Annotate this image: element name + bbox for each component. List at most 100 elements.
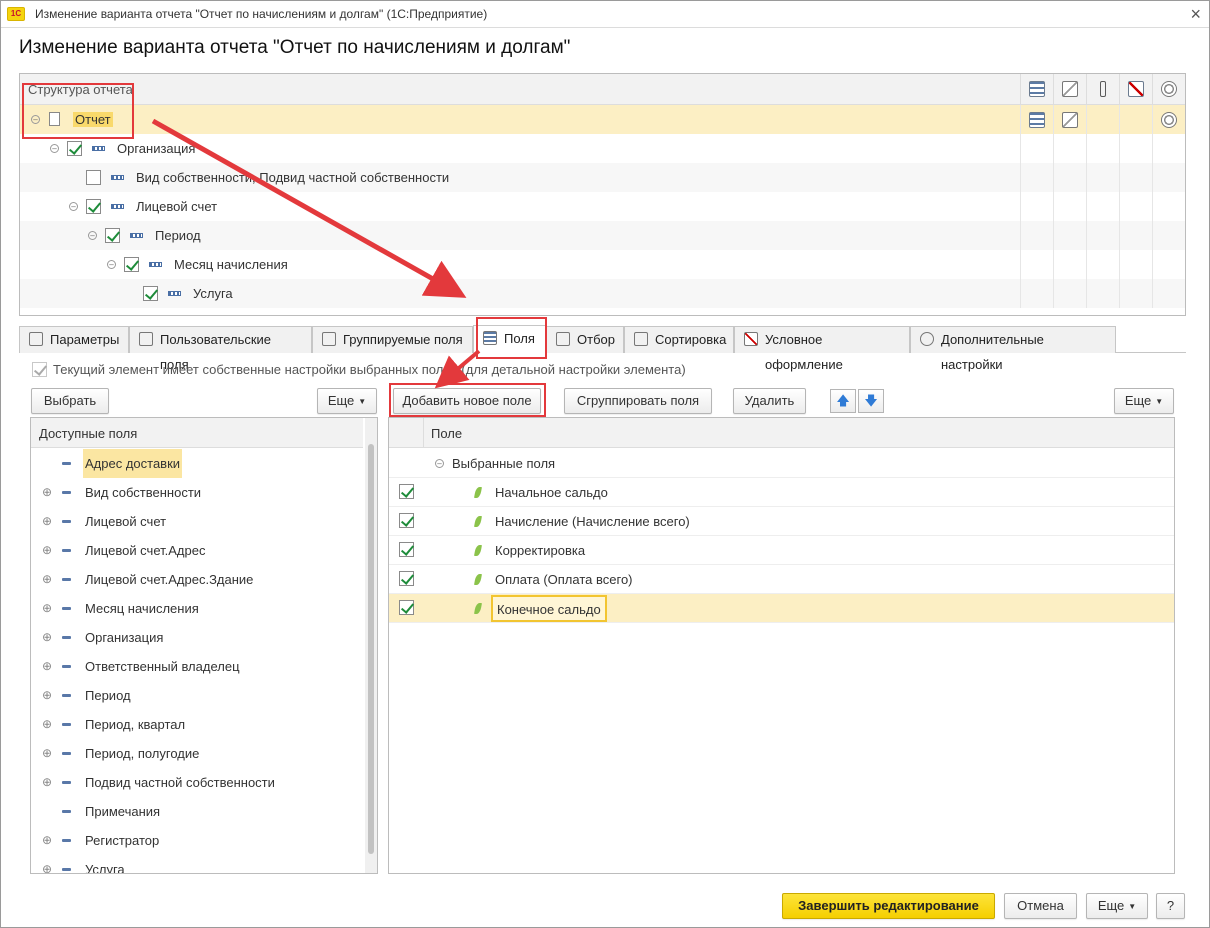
list-item[interactable]: ⊕ Вид собственности: [31, 478, 363, 507]
collapse-icon[interactable]: –: [69, 202, 78, 211]
expand-icon[interactable]: ⊕: [42, 631, 52, 643]
list-item[interactable]: ⊕ Период: [31, 681, 363, 710]
groups-icon[interactable]: [1029, 112, 1045, 128]
field-checkbox[interactable]: [399, 571, 414, 586]
expand-icon[interactable]: ⊕: [42, 863, 52, 873]
help-button[interactable]: ?: [1156, 893, 1185, 919]
col-groups[interactable]: [1020, 74, 1053, 104]
list-item[interactable]: Адрес доставки: [31, 449, 363, 478]
list-item[interactable]: ⊕ Лицевой счет.Адрес.Здание: [31, 565, 363, 594]
available-fields-list[interactable]: Доступные поля Адрес доставки ⊕ Вид собст…: [30, 417, 378, 874]
scroll-thumb[interactable]: [368, 444, 374, 854]
expand-icon[interactable]: ⊕: [42, 573, 52, 585]
structure-header: Структура отчета: [20, 74, 1185, 105]
close-icon[interactable]: ×: [1190, 4, 1201, 25]
highlight-report-node: [22, 83, 134, 139]
structure-row-checkbox[interactable]: [124, 257, 139, 272]
filter-icon[interactable]: [1062, 112, 1078, 128]
list-item[interactable]: ⊕ Подвид частной собственности: [31, 768, 363, 797]
col-settings[interactable]: [1152, 74, 1185, 104]
tab-sort[interactable]: Сортировка: [624, 326, 734, 353]
field-checkbox[interactable]: [399, 542, 414, 557]
tab-conditional-format[interactable]: Условное оформление: [734, 326, 910, 372]
expand-icon[interactable]: ⊕: [42, 515, 52, 527]
field-icon: [62, 636, 71, 639]
table-row[interactable]: Конечное сальдо: [389, 594, 1174, 623]
selected-fields-group[interactable]: – Выбранные поля: [389, 449, 1174, 478]
structure-row-checkbox[interactable]: [67, 141, 82, 156]
list-item[interactable]: ⊕ Лицевой счет: [31, 507, 363, 536]
structure-row-account[interactable]: – Лицевой счет: [20, 192, 1185, 221]
right-more-button[interactable]: Еще ▼: [1114, 388, 1174, 414]
structure-row-label: Услуга: [193, 286, 233, 301]
structure-row-period[interactable]: – Период: [20, 221, 1185, 250]
expand-icon[interactable]: ⊕: [42, 747, 52, 759]
col-conditional[interactable]: [1119, 74, 1152, 104]
group-fields-button[interactable]: Сгруппировать поля: [564, 388, 712, 414]
tab-additional-settings[interactable]: Дополнительные настройки: [910, 326, 1116, 372]
own-settings-checkbox[interactable]: [32, 362, 47, 377]
list-item[interactable]: ⊕ Месяц начисления: [31, 594, 363, 623]
expand-icon[interactable]: ⊕: [42, 486, 52, 498]
footer-more-button[interactable]: Еще ▼: [1086, 893, 1148, 919]
field-checkbox[interactable]: [399, 600, 414, 615]
table-row[interactable]: Корректировка: [389, 536, 1174, 565]
structure-row-checkbox[interactable]: [143, 286, 158, 301]
collapse-icon[interactable]: –: [50, 144, 59, 153]
structure-row-ownership[interactable]: Вид собственности, Подвид частной собств…: [20, 163, 1185, 192]
collapse-icon[interactable]: –: [88, 231, 97, 240]
tab-filter[interactable]: Отбор: [546, 326, 624, 353]
table-row[interactable]: Начальное сальдо: [389, 478, 1174, 507]
collapse-icon[interactable]: –: [107, 260, 116, 269]
finish-editing-button[interactable]: Завершить редактирование: [782, 893, 995, 919]
tab-grouped-fields[interactable]: Группируемые поля: [312, 326, 473, 353]
list-item[interactable]: ⊕ Регистратор: [31, 826, 363, 855]
col-filter[interactable]: [1053, 74, 1086, 104]
tab-parameters[interactable]: Параметры: [19, 326, 129, 353]
expand-icon[interactable]: ⊕: [42, 834, 52, 846]
expand-icon[interactable]: ⊕: [42, 776, 52, 788]
select-button[interactable]: Выбрать: [31, 388, 109, 414]
move-down-button[interactable]: 🡇: [858, 389, 884, 413]
move-up-button[interactable]: 🡅: [830, 389, 856, 413]
available-fields-scrollbar[interactable]: [365, 418, 377, 873]
settings-icon[interactable]: [1161, 112, 1177, 128]
structure-row-checkbox[interactable]: [86, 199, 101, 214]
col-order[interactable]: [1086, 74, 1119, 104]
list-item[interactable]: ⊕ Ответственный владелец: [31, 652, 363, 681]
list-item[interactable]: ⊕ Услуга: [31, 855, 363, 873]
list-item[interactable]: Примечания: [31, 797, 363, 826]
list-item[interactable]: ⊕ Период, квартал: [31, 710, 363, 739]
structure-row-label: Вид собственности, Подвид частной собств…: [136, 170, 450, 185]
field-checkbox[interactable]: [399, 513, 414, 528]
list-item[interactable]: ⊕ Период, полугодие: [31, 739, 363, 768]
structure-row-checkbox[interactable]: [86, 170, 101, 185]
left-more-button[interactable]: Еще ▼: [317, 388, 377, 414]
tab-user-fields[interactable]: Пользовательские поля: [129, 326, 312, 372]
expand-icon[interactable]: ⊕: [42, 718, 52, 730]
field-icon: [62, 810, 71, 813]
structure-row-report[interactable]: – Отчет: [20, 105, 1185, 134]
report-structure-tree[interactable]: Структура отчета – Отчет – Организация В…: [19, 73, 1186, 316]
delete-button[interactable]: Удалить: [733, 388, 806, 414]
expand-icon[interactable]: ⊕: [42, 544, 52, 556]
structure-row-label: Лицевой счет: [136, 199, 218, 214]
expand-icon[interactable]: ⊕: [42, 689, 52, 701]
structure-row-checkbox[interactable]: [105, 228, 120, 243]
collapse-icon[interactable]: –: [435, 459, 444, 468]
structure-row-organization[interactable]: – Организация: [20, 134, 1185, 163]
cancel-button[interactable]: Отмена: [1004, 893, 1077, 919]
available-fields-header: Доступные поля: [31, 418, 363, 448]
report-variant-window: 1С Изменение варианта отчета "Отчет по н…: [0, 0, 1210, 928]
expand-icon[interactable]: ⊕: [42, 660, 52, 672]
table-row[interactable]: Оплата (Оплата всего): [389, 565, 1174, 594]
structure-row-service[interactable]: Услуга: [20, 279, 1185, 308]
list-item[interactable]: ⊕ Лицевой счет.Адрес: [31, 536, 363, 565]
selected-fields-list[interactable]: Поле – Выбранные поля Начальное сальдо Н…: [388, 417, 1175, 874]
table-row[interactable]: Начисление (Начисление всего): [389, 507, 1174, 536]
user-fields-icon: [139, 332, 153, 346]
structure-row-month[interactable]: – Месяц начисления: [20, 250, 1185, 279]
field-checkbox[interactable]: [399, 484, 414, 499]
expand-icon[interactable]: ⊕: [42, 602, 52, 614]
list-item[interactable]: ⊕ Организация: [31, 623, 363, 652]
